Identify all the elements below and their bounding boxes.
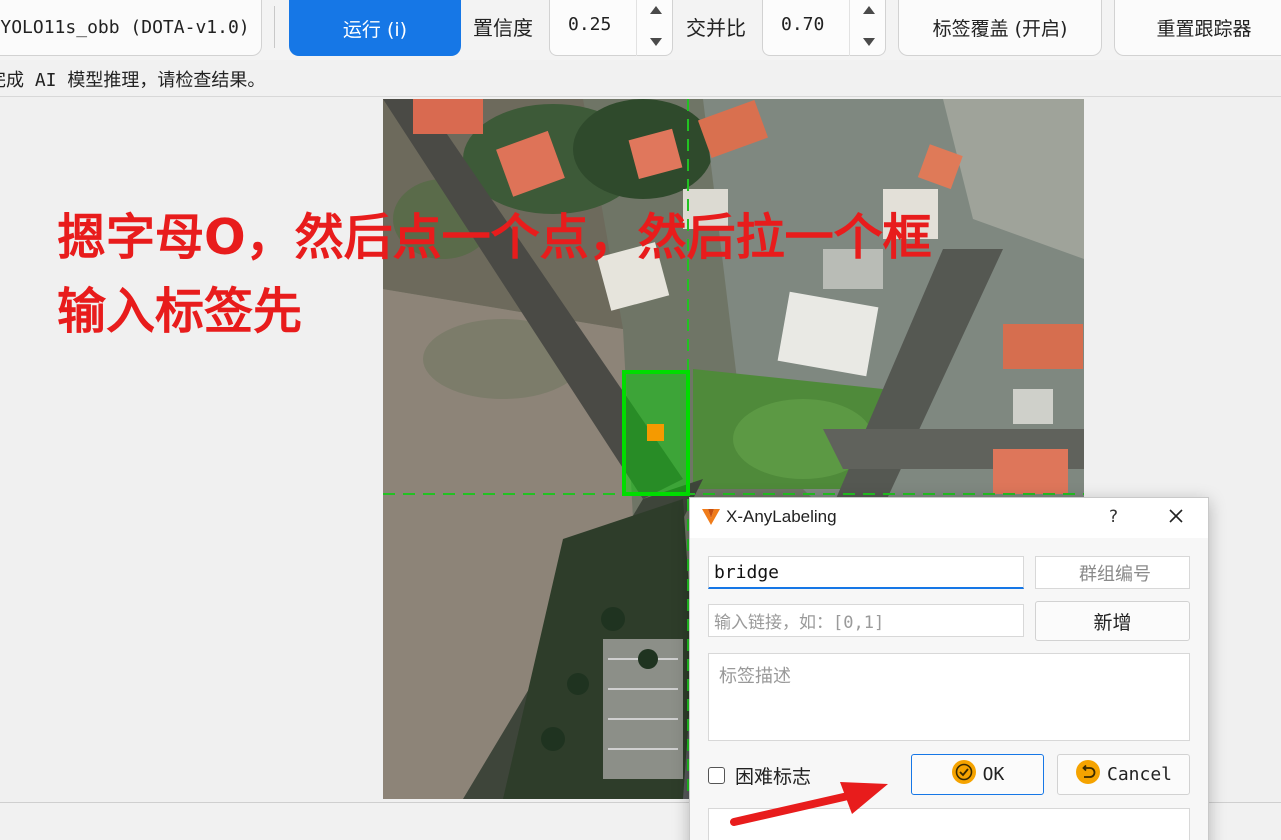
instruction-annotation-line2: 输入标签先 xyxy=(57,283,303,340)
confidence-value: 0.25 xyxy=(568,14,612,35)
iou-value: 0.70 xyxy=(781,14,825,35)
status-text: 完成 AI 模型推理，请检查结果。 xyxy=(0,70,266,91)
pointer-arrow-icon xyxy=(728,780,898,834)
cancel-button[interactable]: Cancel xyxy=(1057,754,1190,795)
label-overlay-button[interactable]: 标签覆盖 (开启) xyxy=(898,0,1102,56)
iou-spinbox[interactable]: 0.70 xyxy=(762,0,886,56)
iou-stepper xyxy=(849,0,885,56)
model-label: YOLO11s_obb (DOTA-v1.0) xyxy=(0,17,250,38)
add-label: 新增 xyxy=(1093,611,1132,634)
chevron-down-icon[interactable] xyxy=(863,38,875,46)
overlay-label: 标签覆盖 (开启) xyxy=(932,18,1068,40)
undo-icon xyxy=(1075,759,1101,790)
confidence-label: 置信度 xyxy=(473,16,533,40)
check-circle-icon xyxy=(951,759,977,790)
add-button[interactable]: 新增 xyxy=(1035,601,1190,641)
instruction-annotation-line1: 摁字母O，然后点一个点，然后拉一个框 xyxy=(57,209,932,266)
reset-label: 重置跟踪器 xyxy=(1156,18,1252,40)
cancel-label: Cancel xyxy=(1106,764,1173,785)
ok-button[interactable]: OK xyxy=(911,754,1044,795)
link-input[interactable]: 输入链接，如：[0,1] xyxy=(708,604,1024,637)
run-label: 运行 (i) xyxy=(342,18,408,41)
difficult-checkbox[interactable] xyxy=(708,767,725,784)
close-icon[interactable] xyxy=(1167,507,1185,529)
description-input[interactable]: 标签描述 xyxy=(708,653,1190,741)
reset-tracker-button[interactable]: 重置跟踪器 xyxy=(1114,0,1281,56)
chevron-up-icon[interactable] xyxy=(650,6,662,14)
confidence-stepper xyxy=(636,0,672,56)
model-select-button[interactable]: YOLO11s_obb (DOTA-v1.0) xyxy=(0,0,262,56)
app-logo-icon xyxy=(702,509,720,529)
help-button[interactable]: ? xyxy=(1109,507,1118,527)
label-name-input[interactable]: bridge xyxy=(708,556,1024,589)
toolbar: YOLO11s_obb (DOTA-v1.0) 运行 (i) 置信度 0.25 … xyxy=(0,0,1281,60)
dialog-title: X-AnyLabeling xyxy=(726,507,837,526)
ok-label: OK xyxy=(982,764,1005,785)
group-id-input[interactable]: 群组编号 xyxy=(1035,556,1190,589)
toolbar-separator xyxy=(274,6,275,48)
chevron-down-icon[interactable] xyxy=(650,38,662,46)
chevron-up-icon[interactable] xyxy=(863,6,875,14)
dialog-titlebar: X-AnyLabeling ? xyxy=(690,498,1208,538)
confidence-spinbox[interactable]: 0.25 xyxy=(549,0,673,56)
run-button[interactable]: 运行 (i) xyxy=(289,0,461,56)
iou-label: 交并比 xyxy=(686,16,746,40)
